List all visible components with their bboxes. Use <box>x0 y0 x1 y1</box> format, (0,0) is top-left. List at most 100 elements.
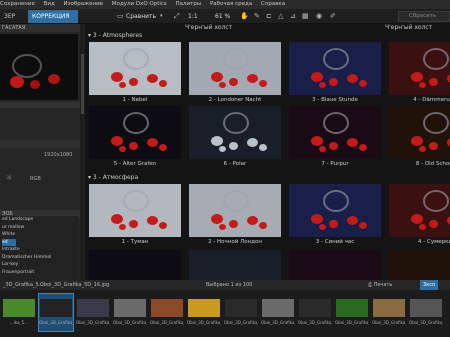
menu-item-image[interactable]: Изображение <box>64 1 104 7</box>
menu-item-view[interactable]: Вид <box>44 1 55 7</box>
filmstrip-thumbnail[interactable]: Oboi_3D_Grafika_5... <box>261 294 295 331</box>
preset-thumbnail[interactable]: 3 - Синий час <box>287 184 383 248</box>
filmstrip-thumbnail[interactable]: Oboi_3D_Grafika_5... <box>335 294 369 331</box>
resolution-value: 1920x1080 <box>44 152 73 158</box>
menu-item-workspace[interactable]: Рабочая среда <box>210 1 252 7</box>
filmstrip-thumbnail[interactable]: ...ika_5... <box>2 294 36 331</box>
filmstrip-thumbnail[interactable]: Oboi_3D_Grafika_5... <box>298 294 332 331</box>
filmstrip-thumbnail[interactable]: Oboi_3D_Grafika_5... <box>409 294 443 331</box>
preset-thumbnail[interactable]: 8 - Old School <box>387 106 450 170</box>
grid-icon[interactable]: ▦ <box>302 12 309 21</box>
filmstrip-thumbnail[interactable]: Oboi_3D_Grafika_5... <box>38 293 74 332</box>
preset-caption: 1 - Nebel <box>122 97 148 103</box>
preset-thumbnail[interactable]: 3 - Blaue Stunde <box>287 42 383 106</box>
horizon-icon[interactable]: △ <box>278 12 283 21</box>
filmstrip-image <box>3 299 35 317</box>
preset-caption: 4 - Сумерки <box>418 239 450 245</box>
print-label: Печать <box>373 282 393 288</box>
compare-icon: ▭ <box>117 12 124 20</box>
preset-preview-image <box>389 250 450 280</box>
zoom-select[interactable]: 61 % <box>215 11 230 22</box>
filmstrip-caption: Oboi_3D_Grafika_5... <box>335 320 369 325</box>
ratio-button[interactable]: 1:1 <box>188 11 198 22</box>
tab-correction[interactable]: КОРРЕКЦИЯ <box>28 10 78 23</box>
filmstrip-thumbnail[interactable]: Oboi_3D_Grafika_5... <box>372 294 406 331</box>
compare-button[interactable]: Сравнить <box>126 11 156 22</box>
rgb-label: RGB <box>30 176 41 182</box>
preset-item-selected[interactable]: ed <box>2 238 16 246</box>
preset-thumbnail[interactable] <box>387 250 450 280</box>
preset-item[interactable]: Dramatischer Himmel <box>2 254 78 262</box>
hand-icon[interactable]: ✋ <box>240 12 249 21</box>
filmstrip-image <box>40 299 72 317</box>
panel-header: ГАСАТАЯ <box>0 24 80 32</box>
preset-thumbnail[interactable]: 6 - Polar <box>187 106 283 170</box>
preset-item[interactable]: White <box>2 231 78 239</box>
preset-thumbnail[interactable] <box>287 250 383 280</box>
preset-thumbnail[interactable]: 7 - Purpur <box>287 106 383 170</box>
preset-preview-image <box>189 250 281 280</box>
filmstrip-caption: Oboi_3D_Grafika_5... <box>39 320 73 325</box>
perspective-icon[interactable]: ⊿ <box>290 12 296 21</box>
star-icon[interactable]: ☼ <box>6 174 12 182</box>
reset-label: Сбросить <box>409 13 437 19</box>
reset-button[interactable]: Сбросить <box>398 11 450 22</box>
preset-item[interactable]: Lor-key <box>2 261 78 269</box>
menu-item-help[interactable]: Справка <box>261 1 285 7</box>
menu-item-save[interactable]: Сохранение <box>0 1 35 7</box>
picker-icon[interactable]: ✎ <box>254 12 260 21</box>
info-header <box>0 140 80 148</box>
preset-preview-image <box>389 42 450 95</box>
filmstrip-thumbnail[interactable]: Oboi_3D_Grafika_5... <box>76 294 110 331</box>
filmstrip-image <box>114 299 146 317</box>
menu-item-palettes[interactable]: Палитры <box>176 1 202 7</box>
preset-thumbnail[interactable]: 4 - Dämmerung <box>387 42 450 106</box>
filmstrip-image <box>225 299 257 317</box>
preset-thumbnail[interactable]: 2 - Ночной Лондон <box>187 184 283 248</box>
preset-caption: 8 - Old School <box>415 161 450 167</box>
filmstrip-image <box>410 299 442 317</box>
preset-thumbnail[interactable]: 5 - Alter Grafen <box>87 106 183 170</box>
preset-grid: Ч'ерн'ый холст Ч'ерн'ый холст ▾ 3 - Atmo… <box>85 24 450 280</box>
chevron-down-icon[interactable]: ▾ <box>160 12 163 21</box>
preset-preview-image <box>289 250 381 280</box>
filmstrip-caption: Oboi_3D_Grafika_5... <box>150 320 184 325</box>
preset-thumbnail[interactable]: 1 - Nebel <box>87 42 183 106</box>
preset-caption: 1 - Туман <box>121 239 149 245</box>
filmstrip-thumbnail[interactable]: Oboi_3D_Grafika_5... <box>150 294 184 331</box>
preset-thumbnail[interactable]: 2 - Londoner Nacht <box>187 42 283 106</box>
preset-item[interactable]: Frauenportrait <box>2 269 78 277</box>
filmstrip-thumbnail[interactable]: Oboi_3D_Grafika_5... <box>187 294 221 331</box>
preset-preview-image <box>289 42 381 95</box>
preset-preview-image <box>289 106 381 159</box>
preset-thumbnail[interactable]: 1 - Туман <box>87 184 183 248</box>
tab-organize[interactable]: ЗЕР <box>0 10 22 23</box>
filmstrip-image <box>299 299 331 317</box>
filmstrip-caption: Oboi_3D_Grafika_5... <box>409 320 443 325</box>
preset-item[interactable]: Intrakte <box>2 246 78 254</box>
section-title: 3 - Атмосфера <box>92 174 139 181</box>
preset-item[interactable]: ed Landscape <box>2 216 78 224</box>
print-button[interactable]: ⎙ Печать <box>368 280 392 290</box>
selection-count: Выбрано 1 из 100 <box>206 282 253 288</box>
filmstrip-caption: Oboi_3D_Grafika_5... <box>76 320 110 325</box>
preset-thumbnail[interactable] <box>87 250 183 280</box>
preset-preview-image <box>189 184 281 237</box>
menu-item-modules[interactable]: Модули DxO Optics <box>112 1 167 7</box>
preset-thumbnail[interactable] <box>187 250 283 280</box>
preset-preview-image <box>189 42 281 95</box>
crop-icon[interactable]: ⊏ <box>266 12 272 21</box>
filmstrip-caption: Oboi_3D_Grafika_5... <box>187 320 221 325</box>
section-atmospheres[interactable]: ▾ 3 - Atmospheres <box>88 32 142 39</box>
filename-prev: _3D_Grafika_5... <box>3 282 44 288</box>
filmstrip-thumbnail[interactable]: Oboi_3D_Grafika_5... <box>224 294 258 331</box>
eye-icon[interactable]: ◉ <box>316 12 322 21</box>
brush-icon[interactable]: ✐ <box>330 12 336 21</box>
export-button[interactable]: Зксп <box>420 280 439 290</box>
fit-icon[interactable]: ⤢ <box>174 12 180 21</box>
section-atmosphere-ru[interactable]: ▾ 3 - Атмосфера <box>88 174 138 181</box>
preset-item[interactable]: ur mellow <box>2 224 78 232</box>
filmstrip-caption: Oboi_3D_Grafika_5... <box>224 320 258 325</box>
preset-thumbnail[interactable]: 4 - Сумерки <box>387 184 450 248</box>
filmstrip-thumbnail[interactable]: Oboi_3D_Grafika_5... <box>113 294 147 331</box>
